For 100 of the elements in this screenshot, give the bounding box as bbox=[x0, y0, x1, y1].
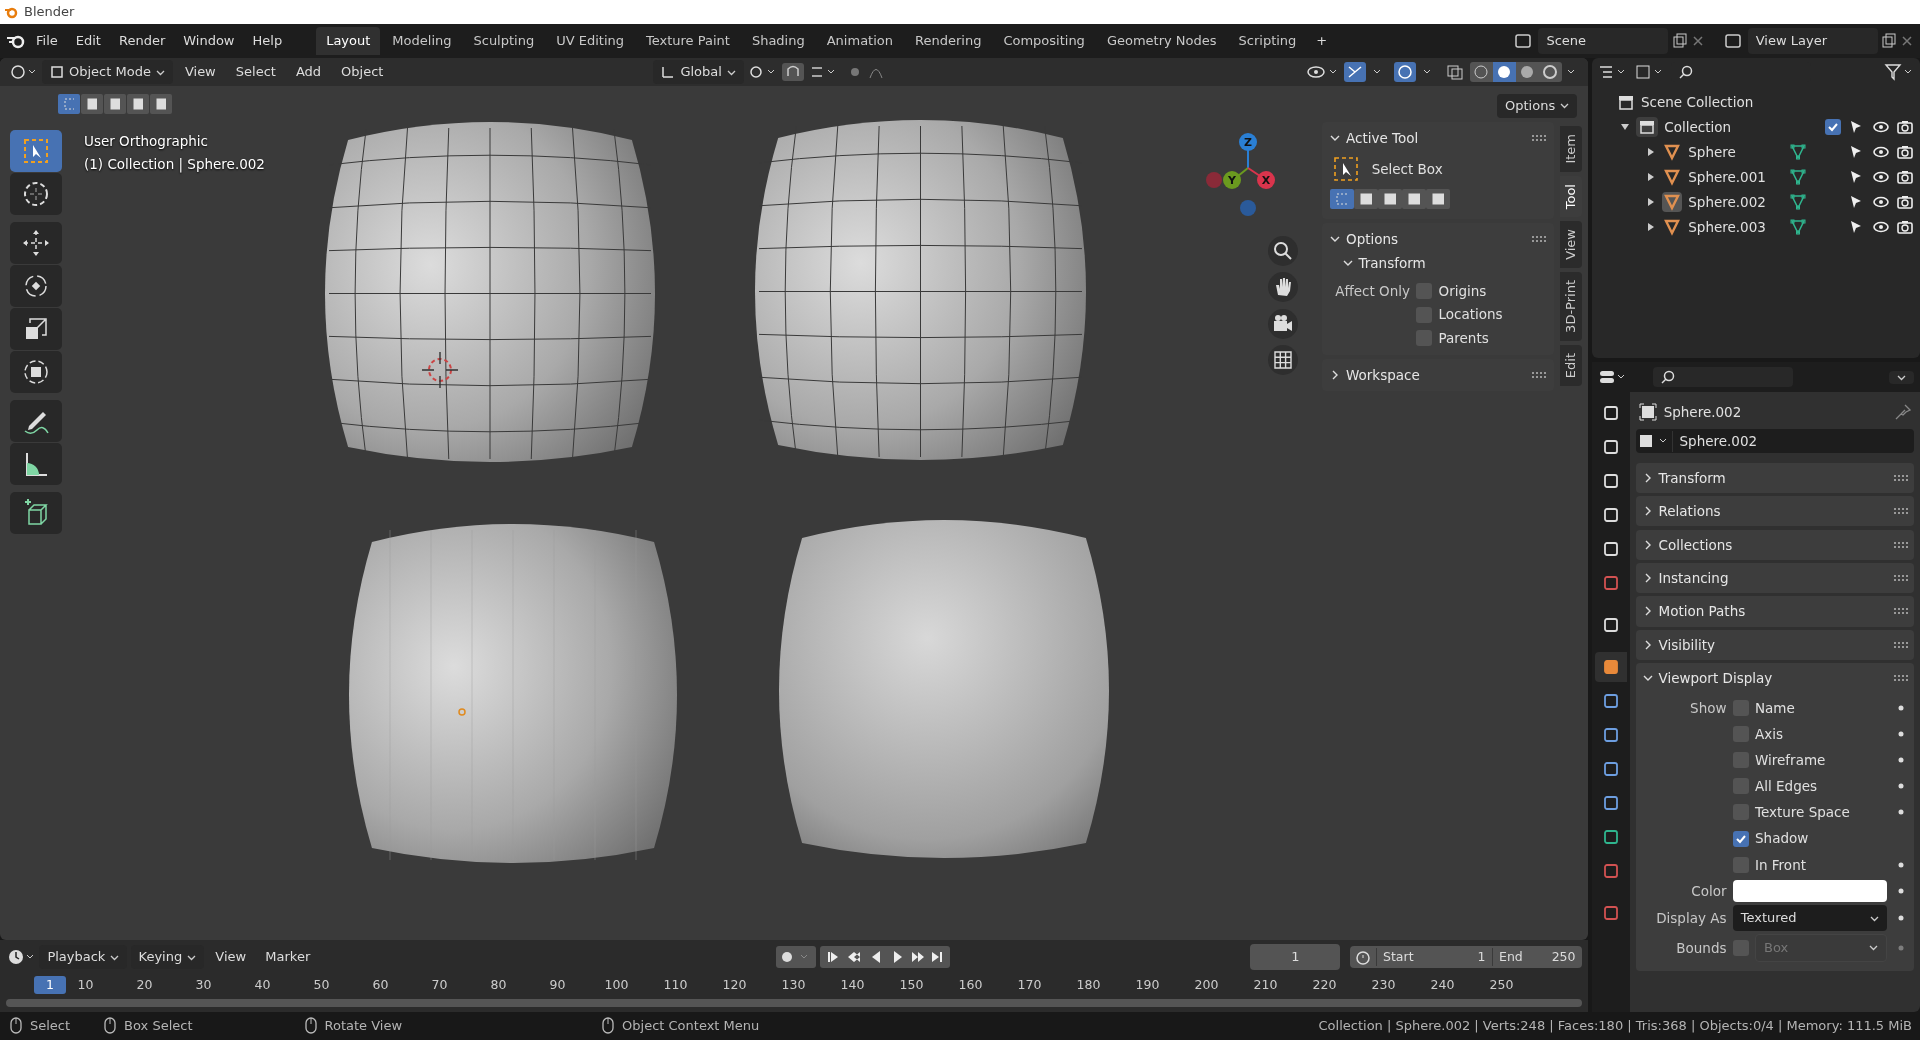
mesh-object-icon[interactable] bbox=[1662, 191, 1683, 212]
panel-header[interactable]: Workspace bbox=[1346, 365, 1526, 386]
mesh-data-icon[interactable] bbox=[1790, 192, 1807, 211]
workspace-tab[interactable]: Geometry Nodes bbox=[1096, 27, 1227, 55]
options-dropdown[interactable] bbox=[1888, 370, 1914, 384]
selection-mode-button[interactable] bbox=[1330, 188, 1354, 209]
outliner-item[interactable]: Scene Collection bbox=[1641, 91, 1754, 112]
scene-field[interactable]: Scene bbox=[1538, 28, 1669, 54]
menu-item[interactable]: Object bbox=[333, 60, 392, 84]
options-dropdown[interactable]: Options bbox=[1497, 94, 1578, 118]
selection-mode-button[interactable] bbox=[127, 94, 149, 114]
selection-mode-button[interactable] bbox=[104, 94, 126, 114]
exclude-checkbox[interactable] bbox=[1825, 118, 1841, 135]
selection-mode-button[interactable] bbox=[81, 94, 103, 114]
tool-button[interactable] bbox=[10, 351, 62, 393]
frame-number: 70 bbox=[430, 975, 449, 994]
subpanel-header[interactable]: Transform bbox=[1358, 252, 1426, 273]
mesh-data-icon[interactable] bbox=[1790, 142, 1807, 161]
selection-mode-button[interactable] bbox=[1426, 188, 1450, 209]
copy-icon[interactable] bbox=[1671, 33, 1688, 49]
camera-icon[interactable] bbox=[1895, 143, 1914, 160]
tool-button[interactable] bbox=[10, 265, 62, 307]
menu-item[interactable]: File bbox=[28, 28, 66, 54]
copy-icon[interactable] bbox=[1880, 33, 1897, 49]
close-icon[interactable] bbox=[1900, 34, 1914, 48]
nav-button[interactable] bbox=[1268, 236, 1298, 266]
camera-icon[interactable] bbox=[1895, 218, 1914, 235]
menu-item[interactable]: Select bbox=[227, 60, 284, 84]
sidebar-tab[interactable]: Edit bbox=[1560, 344, 1582, 386]
menu-item[interactable]: Render bbox=[110, 28, 174, 54]
playback-controls-icon[interactable] bbox=[819, 946, 950, 968]
filter-icon[interactable] bbox=[1883, 63, 1914, 81]
xray-toggle-icon[interactable] bbox=[1444, 62, 1466, 82]
tool-button[interactable] bbox=[10, 222, 62, 264]
outliner-item[interactable]: Sphere.002 bbox=[1688, 191, 1785, 212]
menu-item[interactable]: Edit bbox=[67, 28, 109, 54]
record-button-icon[interactable] bbox=[776, 946, 817, 968]
mesh-data-icon[interactable] bbox=[1790, 217, 1807, 236]
expand-down-icon[interactable] bbox=[1620, 121, 1631, 132]
sidebar-tab[interactable]: View bbox=[1560, 220, 1582, 268]
camera-icon[interactable] bbox=[1895, 193, 1914, 210]
tool-button[interactable] bbox=[10, 308, 62, 350]
workspace-tab[interactable]: Sculpting bbox=[463, 27, 545, 55]
workspace-tab[interactable]: Animation bbox=[816, 27, 903, 55]
outliner-item[interactable]: Sphere bbox=[1688, 141, 1785, 162]
nav-button[interactable] bbox=[1268, 344, 1298, 375]
properties-tab[interactable] bbox=[1595, 652, 1627, 682]
workspace-tab[interactable]: Rendering bbox=[905, 27, 992, 55]
color-swatch[interactable] bbox=[1732, 879, 1888, 902]
outliner-item[interactable]: Sphere.003 bbox=[1688, 216, 1785, 237]
selection-mode-button[interactable] bbox=[1354, 188, 1378, 209]
current-frame-marker[interactable]: 1 bbox=[34, 975, 66, 995]
end-frame-field[interactable]: End 250 bbox=[1491, 947, 1582, 967]
workspace-tab[interactable]: Shading bbox=[741, 27, 815, 55]
navigation-gizmo-drawing[interactable]: Z Y X bbox=[1196, 130, 1292, 230]
add-workspace-button[interactable]: + bbox=[1308, 28, 1336, 54]
nav-button[interactable] bbox=[1268, 308, 1298, 339]
start-frame-field[interactable]: Start 1 bbox=[1375, 947, 1492, 967]
menu-item[interactable]: View bbox=[207, 945, 255, 969]
editor-type-icon[interactable] bbox=[8, 62, 38, 82]
selection-mode-button[interactable] bbox=[150, 94, 172, 114]
workspace-tab[interactable]: Scripting bbox=[1228, 27, 1307, 55]
panel-header[interactable]: Viewport Display bbox=[1658, 668, 1888, 689]
workspace-tab[interactable]: Texture Paint bbox=[636, 27, 740, 55]
workspace-tab[interactable]: Compositing bbox=[993, 27, 1095, 55]
sidebar-tab[interactable]: Item bbox=[1560, 126, 1582, 172]
menu-item[interactable]: Keying bbox=[130, 945, 205, 969]
panel-header[interactable]: Options bbox=[1346, 228, 1526, 249]
outliner-item[interactable]: Sphere.001 bbox=[1688, 166, 1785, 187]
current-frame-field[interactable]: 1 bbox=[1250, 944, 1341, 970]
tool-button[interactable] bbox=[10, 173, 62, 215]
menu-item[interactable]: Marker bbox=[257, 945, 319, 969]
close-icon[interactable] bbox=[1690, 34, 1705, 48]
camera-icon[interactable] bbox=[1895, 168, 1914, 185]
collection-box-icon bbox=[1617, 93, 1635, 110]
tool-button[interactable] bbox=[10, 443, 62, 485]
sidebar-tab[interactable]: 3D-Print bbox=[1560, 271, 1582, 341]
workspace-tab[interactable]: Layout bbox=[316, 27, 381, 55]
mesh-data-icon[interactable] bbox=[1790, 167, 1807, 186]
display-as-dropdown[interactable]: Textured bbox=[1732, 905, 1888, 931]
tool-button[interactable] bbox=[10, 492, 62, 534]
tool-button[interactable] bbox=[10, 400, 62, 442]
workspace-tab[interactable]: Modeling bbox=[382, 27, 462, 55]
scrollbar[interactable] bbox=[6, 999, 1582, 1007]
menu-item[interactable]: Playback bbox=[39, 945, 128, 969]
menu-item[interactable]: Add bbox=[287, 60, 330, 84]
camera-icon[interactable] bbox=[1895, 118, 1914, 135]
outliner-item[interactable]: Collection bbox=[1664, 116, 1732, 137]
menu-item[interactable]: View bbox=[176, 60, 224, 84]
mode-dropdown[interactable]: Object Mode bbox=[42, 60, 173, 84]
view-layer-field[interactable]: View Layer bbox=[1747, 28, 1878, 54]
checkbox[interactable] bbox=[1732, 830, 1749, 847]
menu-item[interactable]: Window bbox=[175, 28, 243, 54]
orientation-dropdown[interactable]: Global bbox=[653, 60, 744, 84]
menu-item[interactable]: Help bbox=[244, 28, 291, 54]
workspace-tab[interactable]: UV Editing bbox=[546, 27, 634, 55]
nav-button[interactable] bbox=[1268, 272, 1298, 303]
pin-icon[interactable] bbox=[1894, 404, 1911, 421]
panel-header[interactable]: Active Tool bbox=[1346, 127, 1526, 149]
search-field[interactable] bbox=[1653, 367, 1794, 387]
